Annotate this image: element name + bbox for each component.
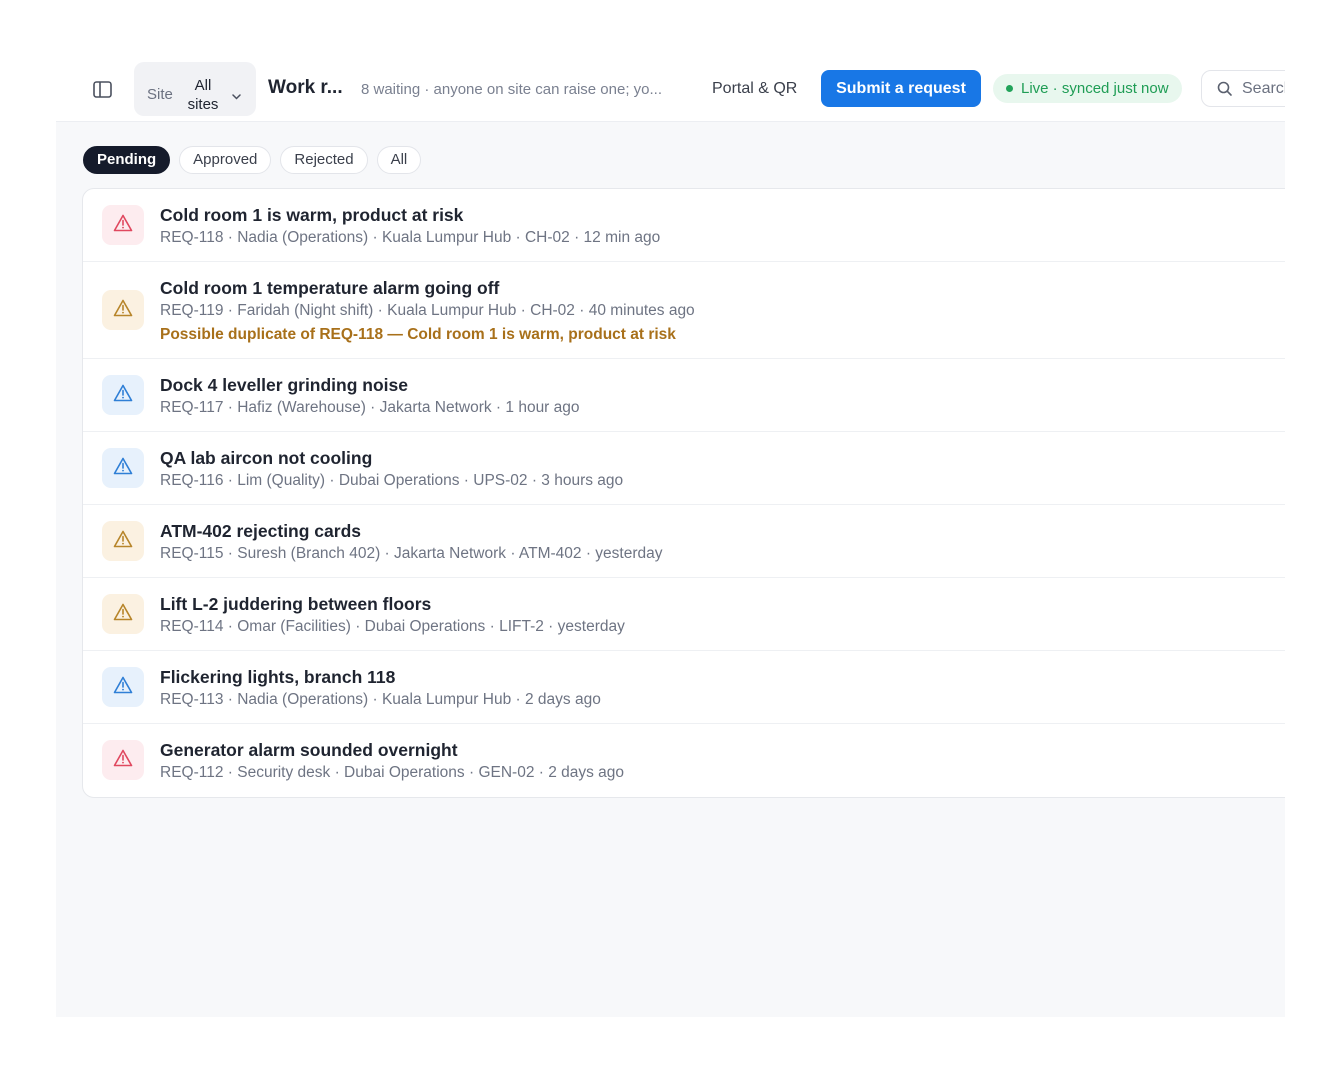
- tab-pending[interactable]: Pending: [83, 146, 171, 174]
- warning-triangle-icon: [113, 214, 133, 237]
- severity-badge: [102, 448, 144, 488]
- request-meta: REQ-118 · Nadia (Operations) · Kuala Lum…: [160, 229, 661, 246]
- request-row[interactable]: Generator alarm sounded overnight REQ-11…: [83, 724, 1285, 797]
- request-title: Flickering lights, branch 118: [160, 667, 396, 687]
- tab-all[interactable]: All: [376, 146, 422, 174]
- severity-badge: [102, 290, 144, 330]
- severity-badge: [102, 375, 144, 415]
- request-row[interactable]: Cold room 1 is warm, product at risk REQ…: [83, 189, 1285, 262]
- search-box[interactable]: [1201, 70, 1285, 107]
- request-row[interactable]: Lift L-2 juddering between floors REQ-11…: [83, 578, 1285, 651]
- severity-badge: [102, 594, 144, 634]
- warning-triangle-icon: [113, 384, 133, 407]
- warning-triangle-icon: [113, 749, 133, 772]
- request-title: Cold room 1 temperature alarm going off: [160, 278, 500, 298]
- request-row[interactable]: Flickering lights, branch 118 REQ-113 · …: [83, 651, 1285, 724]
- app-window: Site All sites Work r... 8 waiting · any…: [56, 56, 1285, 1017]
- live-status-badge: Live · synced just now: [993, 74, 1182, 103]
- request-title: Cold room 1 is warm, product at risk: [160, 205, 464, 225]
- sidebar-toggle-icon[interactable]: [90, 78, 114, 100]
- request-title: ATM-402 rejecting cards: [160, 521, 361, 541]
- request-row[interactable]: QA lab aircon not cooling REQ-116 · Lim …: [83, 432, 1285, 505]
- request-row[interactable]: ATM-402 rejecting cards REQ-115 · Suresh…: [83, 505, 1285, 578]
- warning-triangle-icon: [113, 603, 133, 626]
- page-title: Work r...: [268, 77, 343, 98]
- request-row[interactable]: Cold room 1 temperature alarm going off …: [83, 262, 1285, 359]
- chevron-down-icon: [232, 87, 241, 105]
- request-meta: REQ-112 · Security desk · Dubai Operatio…: [160, 764, 625, 781]
- request-meta: REQ-117 · Hafiz (Warehouse) · Jakarta Ne…: [160, 399, 580, 416]
- site-selector[interactable]: Site All sites: [134, 62, 256, 116]
- portal-qr-link[interactable]: Portal & QR: [712, 80, 797, 98]
- submit-request-button[interactable]: Submit a request: [821, 70, 981, 107]
- duplicate-warning[interactable]: Possible duplicate of REQ-118 — Cold roo…: [160, 326, 676, 344]
- site-selector-label: Site: [147, 86, 173, 103]
- search-input[interactable]: [1242, 79, 1285, 99]
- warning-triangle-icon: [113, 676, 133, 699]
- request-meta: REQ-116 · Lim (Quality) · Dubai Operatio…: [160, 472, 624, 489]
- warning-triangle-icon: [113, 530, 133, 553]
- search-icon: [1217, 81, 1233, 102]
- request-meta: REQ-113 · Nadia (Operations) · Kuala Lum…: [160, 691, 601, 708]
- top-bar: Site All sites Work r... 8 waiting · any…: [56, 56, 1285, 122]
- request-title: QA lab aircon not cooling: [160, 448, 373, 468]
- request-list: Cold room 1 is warm, product at risk REQ…: [82, 188, 1285, 798]
- request-title: Dock 4 leveller grinding noise: [160, 375, 408, 395]
- live-status-text: Live · synced just now: [1021, 80, 1169, 97]
- warning-triangle-icon: [113, 299, 133, 322]
- warning-triangle-icon: [113, 457, 133, 480]
- severity-badge: [102, 521, 144, 561]
- page-subtitle: 8 waiting · anyone on site can raise one…: [361, 81, 663, 98]
- live-dot-icon: [1006, 85, 1013, 92]
- site-selector-value: All sites: [187, 77, 219, 113]
- status-filter-tabs: Pending Approved Rejected All: [83, 146, 422, 174]
- request-row[interactable]: Dock 4 leveller grinding noise REQ-117 ·…: [83, 359, 1285, 432]
- severity-badge: [102, 205, 144, 245]
- tab-rejected[interactable]: Rejected: [280, 146, 368, 174]
- request-meta: REQ-115 · Suresh (Branch 402) · Jakarta …: [160, 545, 663, 562]
- severity-badge: [102, 740, 144, 780]
- severity-badge: [102, 667, 144, 707]
- request-title: Generator alarm sounded overnight: [160, 740, 458, 760]
- request-meta: REQ-119 · Faridah (Night shift) · Kuala …: [160, 302, 695, 319]
- tab-approved[interactable]: Approved: [179, 146, 272, 174]
- request-title: Lift L-2 juddering between floors: [160, 594, 432, 614]
- request-meta: REQ-114 · Omar (Facilities) · Dubai Oper…: [160, 618, 625, 635]
